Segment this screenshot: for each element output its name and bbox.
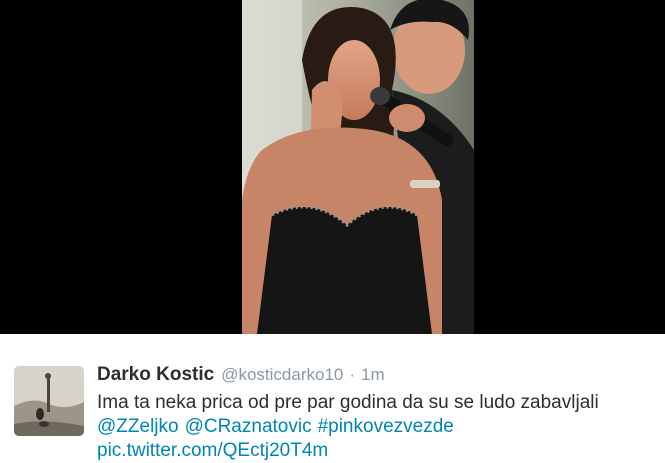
author-handle[interactable]: @kosticdarko10	[221, 365, 343, 385]
tweet-photo[interactable]	[242, 0, 474, 334]
author-display-name[interactable]: Darko Kostic	[97, 364, 214, 386]
tweet-tags-line: @ZZeljko @CRaznatovic #pinkovezvezde	[97, 415, 657, 439]
tweet-text-line: Ima ta neka prica od pre par godina da s…	[97, 392, 599, 413]
pic-link[interactable]: pic.twitter.com/QEctj20T4m	[97, 440, 328, 461]
tweet-header: Darko Kostic @kosticdarko10 · 1m	[97, 364, 385, 388]
tweet-text: Ima ta neka prica od pre par godina da s…	[97, 391, 657, 463]
hashtag-link[interactable]: #pinkovezvezde	[318, 416, 454, 437]
mention-link-zzeljko[interactable]: @ZZeljko	[97, 416, 179, 437]
author-avatar[interactable]	[14, 366, 84, 436]
tweet-card: Darko Kostic @kosticdarko10 · 1m Ima ta …	[0, 334, 665, 463]
tweet-media-area	[0, 0, 665, 334]
avatar-photo-icon	[14, 366, 84, 436]
mention-link-craznatovic[interactable]: @CRaznatovic	[185, 416, 312, 437]
photo-image	[242, 0, 474, 334]
tweet-pic-line: pic.twitter.com/QEctj20T4m	[97, 439, 657, 463]
header-separator: ·	[349, 365, 356, 384]
tweet-timestamp[interactable]: 1m	[361, 365, 385, 385]
